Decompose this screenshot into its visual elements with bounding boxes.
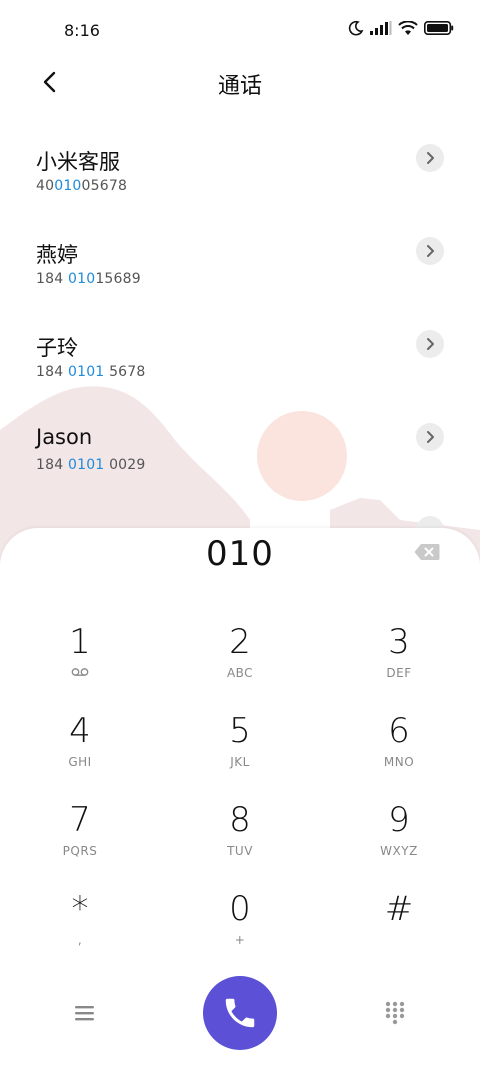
key-star[interactable]: * , bbox=[20, 889, 140, 969]
key-3[interactable]: 3 DEF bbox=[339, 622, 459, 702]
key-4[interactable]: 4 GHI bbox=[20, 711, 140, 791]
contact-name: 小米客服 bbox=[36, 150, 120, 174]
key-0[interactable]: 0 + bbox=[180, 889, 300, 969]
backspace-icon[interactable] bbox=[414, 543, 440, 561]
contact-number: 184 0101 0029 bbox=[36, 457, 146, 473]
status-time: 8:16 bbox=[64, 21, 100, 40]
contact-row[interactable]: 小米客服 4001005678 bbox=[0, 128, 480, 221]
moon-icon bbox=[348, 20, 364, 36]
voicemail-icon bbox=[71, 668, 89, 676]
page-title: 通话 bbox=[217, 74, 262, 99]
phone-icon bbox=[225, 998, 255, 1028]
key-8[interactable]: 8 TUV bbox=[180, 800, 300, 880]
title-bar: 通话 bbox=[0, 62, 480, 106]
chevron-right-icon bbox=[427, 245, 434, 257]
key-1[interactable]: 1 bbox=[20, 622, 140, 702]
contact-name: 子玲 bbox=[36, 336, 78, 360]
key-2[interactable]: 2 ABC bbox=[180, 622, 300, 702]
key-hash[interactable]: # bbox=[339, 889, 459, 969]
key-9[interactable]: 9 WXYZ bbox=[339, 800, 459, 880]
call-button[interactable] bbox=[203, 976, 277, 1050]
dialpad-actions bbox=[0, 976, 480, 1052]
contact-details-button[interactable] bbox=[416, 423, 444, 451]
chevron-right-icon bbox=[427, 152, 434, 164]
status-bar: 8:16 bbox=[0, 0, 480, 62]
contact-number: 4001005678 bbox=[36, 178, 128, 194]
contact-details-button[interactable] bbox=[416, 330, 444, 358]
key-6[interactable]: 6 MNO bbox=[339, 711, 459, 791]
contact-number: 184 0101 5678 bbox=[36, 364, 146, 380]
chevron-right-icon bbox=[427, 338, 434, 350]
contact-details-button[interactable] bbox=[416, 144, 444, 172]
contact-row[interactable]: 燕婷 184 01015689 bbox=[0, 221, 480, 314]
key-5[interactable]: 5 JKL bbox=[180, 711, 300, 791]
contact-name: Jason bbox=[36, 425, 93, 449]
contact-number: 184 01015689 bbox=[36, 271, 141, 287]
dialpad-grid-icon[interactable] bbox=[384, 1000, 406, 1026]
dialpad-panel: 010 1 2 ABC 3 DEF 4 GHI 5 JKL 6 MNO 7 PQ… bbox=[0, 528, 480, 1066]
chevron-right-icon bbox=[427, 431, 434, 443]
menu-icon[interactable] bbox=[72, 1002, 98, 1024]
key-7[interactable]: 7 PQRS bbox=[20, 800, 140, 880]
signal-icon bbox=[370, 21, 392, 35]
dialed-number: 010 bbox=[206, 534, 274, 574]
wifi-icon bbox=[398, 20, 418, 35]
contact-row[interactable]: 子玲 184 0101 5678 bbox=[0, 314, 480, 407]
contact-details-button[interactable] bbox=[416, 237, 444, 265]
contact-row[interactable]: Jason 184 0101 0029 bbox=[0, 407, 480, 500]
battery-icon bbox=[424, 21, 454, 35]
contact-name: 燕婷 bbox=[36, 243, 78, 267]
